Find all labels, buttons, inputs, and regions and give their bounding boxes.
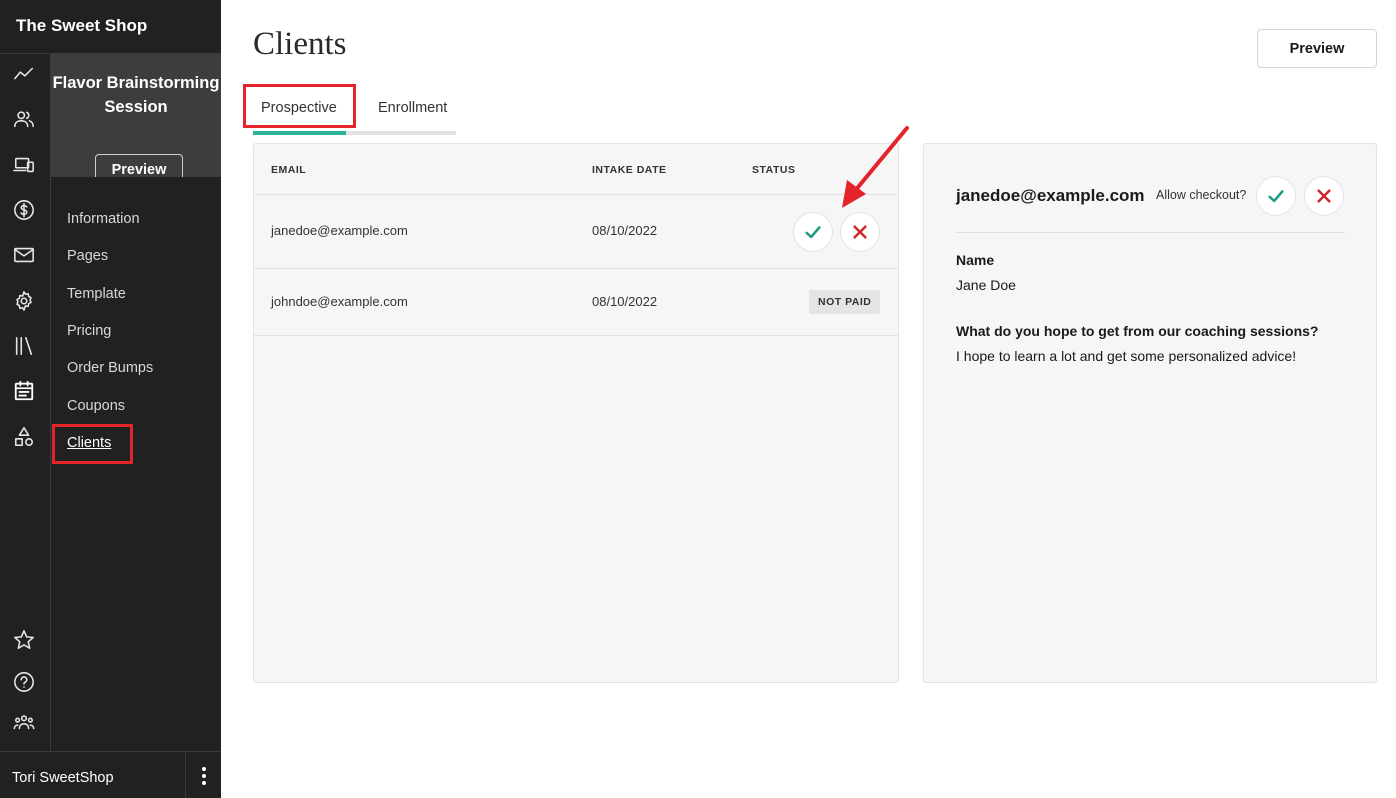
help-icon[interactable] [12, 670, 36, 694]
check-icon [1268, 190, 1284, 203]
library-icon[interactable] [12, 334, 36, 358]
approve-button[interactable] [793, 212, 833, 252]
column-header-status[interactable]: STATUS [752, 164, 795, 176]
page-title: Clients [253, 26, 347, 62]
row-intake-date: 08/10/2022 [592, 223, 658, 238]
divider [956, 232, 1345, 233]
nav-item-pages[interactable]: Pages [67, 248, 108, 264]
user-name[interactable]: Tori SweetShop [12, 770, 114, 786]
allow-checkout-label: Allow checkout? [1156, 188, 1247, 202]
product-title: Flavor Brainstorming Session [52, 74, 220, 116]
clients-table: EMAIL INTAKE DATE STATUS janedoe@example… [253, 143, 899, 683]
preview-button[interactable]: Preview [1257, 29, 1377, 68]
app-root: The Sweet Shop Flavor Brainstorming Sess… [0, 0, 1396, 798]
shapes-icon[interactable] [12, 425, 36, 449]
annotation-highlight-prospective [243, 84, 356, 128]
settings-icon[interactable] [12, 289, 36, 313]
nav-item-pricing[interactable]: Pricing [67, 323, 111, 339]
star-icon[interactable] [12, 628, 36, 652]
tab-active-indicator [253, 131, 346, 135]
table-row[interactable]: johndoe@example.com 08/10/2022 NOT PAID [254, 268, 898, 336]
client-detail-panel: janedoe@example.com Allow checkout? Name… [923, 143, 1377, 683]
row-email: johndoe@example.com [271, 294, 408, 309]
annotation-arrow-icon [842, 126, 909, 208]
product-card: Flavor Brainstorming Session Preview [51, 54, 221, 177]
close-icon [1317, 189, 1331, 203]
sidebar: The Sweet Shop Flavor Brainstorming Sess… [0, 0, 221, 798]
row-email: janedoe@example.com [271, 223, 408, 238]
customers-icon[interactable] [12, 107, 36, 131]
table-row[interactable]: janedoe@example.com 08/10/2022 [254, 194, 898, 268]
field-label-question: What do you hope to get from our coachin… [956, 323, 1319, 339]
column-header-intake-date[interactable]: INTAKE DATE [592, 164, 667, 176]
dollar-icon[interactable] [12, 198, 36, 222]
field-label-name: Name [956, 252, 995, 268]
analytics-icon[interactable] [12, 62, 36, 86]
mail-icon[interactable] [12, 243, 36, 267]
icon-rail [0, 54, 51, 751]
sidebar-footer: Tori SweetShop [0, 751, 221, 798]
calendar-icon[interactable] [12, 379, 36, 403]
field-value-answer: I hope to learn a lot and get some perso… [956, 348, 1297, 364]
community-icon[interactable] [12, 710, 36, 734]
detail-email: janedoe@example.com [956, 186, 1145, 205]
nav-item-information[interactable]: Information [67, 211, 140, 227]
nav-item-template[interactable]: Template [67, 286, 126, 302]
devices-icon[interactable] [12, 153, 36, 177]
status-badge: NOT PAID [809, 290, 881, 314]
row-intake-date: 08/10/2022 [592, 294, 658, 309]
column-header-email[interactable]: EMAIL [271, 164, 306, 176]
nav-item-coupons[interactable]: Coupons [67, 398, 125, 414]
allow-checkout-reject-button[interactable] [1304, 176, 1344, 216]
tab-enrollment[interactable]: Enrollment [378, 100, 447, 116]
close-icon [853, 225, 867, 239]
product-preview-button[interactable]: Preview [95, 154, 183, 177]
nav-item-order-bumps[interactable]: Order Bumps [67, 360, 153, 376]
shop-title[interactable]: The Sweet Shop [0, 0, 221, 54]
more-vertical-icon[interactable] [185, 752, 221, 798]
allow-checkout-approve-button[interactable] [1256, 176, 1296, 216]
annotation-highlight-clients [52, 424, 133, 464]
check-icon [805, 226, 821, 239]
field-value-name: Jane Doe [956, 277, 1016, 293]
